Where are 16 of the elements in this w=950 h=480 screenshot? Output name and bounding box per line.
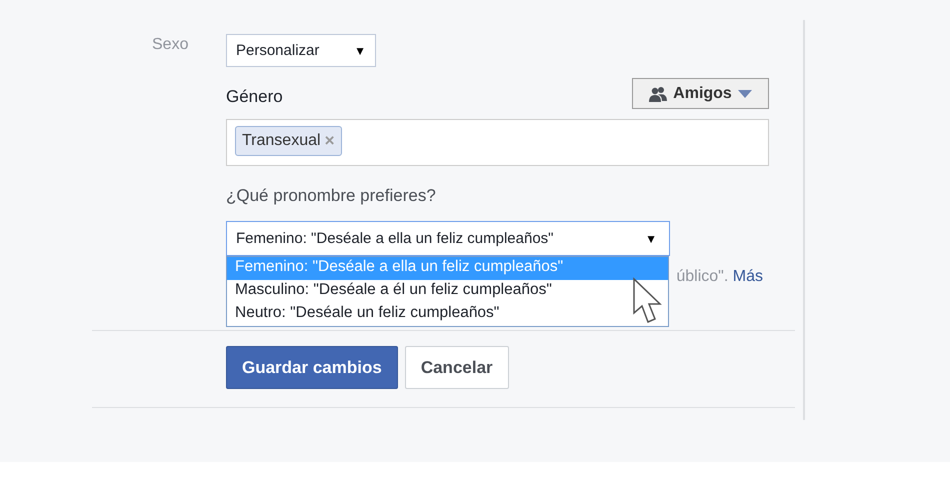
- dropdown-option[interactable]: Neutro: "Deséale un feliz cumpleaños": [227, 303, 668, 326]
- sex-select[interactable]: Personalizar ▼: [226, 34, 376, 67]
- save-button[interactable]: Guardar cambios: [226, 346, 398, 389]
- cancel-button[interactable]: Cancelar: [404, 346, 509, 389]
- people-icon: [649, 86, 668, 102]
- audience-button[interactable]: Amigos: [632, 78, 769, 109]
- dropdown-option[interactable]: Masculino: "Deséale a él un feliz cumpleaños": [227, 280, 668, 303]
- hint-text: úblico".: [676, 268, 728, 285]
- pronoun-select[interactable]: Femenino: "Deséale a ella un feliz cumpleaños" ▼: [226, 221, 670, 256]
- field-label: Género: [226, 87, 283, 108]
- field-label: ¿Qué pronombre prefieres?: [226, 186, 437, 206]
- gender-field[interactable]: Transexual ×: [226, 119, 769, 166]
- gender-tag: Transexual ×: [235, 126, 342, 156]
- field-label: Sexo: [151, 35, 190, 55]
- more-link[interactable]: Más: [732, 268, 763, 285]
- caret-icon: [738, 90, 752, 98]
